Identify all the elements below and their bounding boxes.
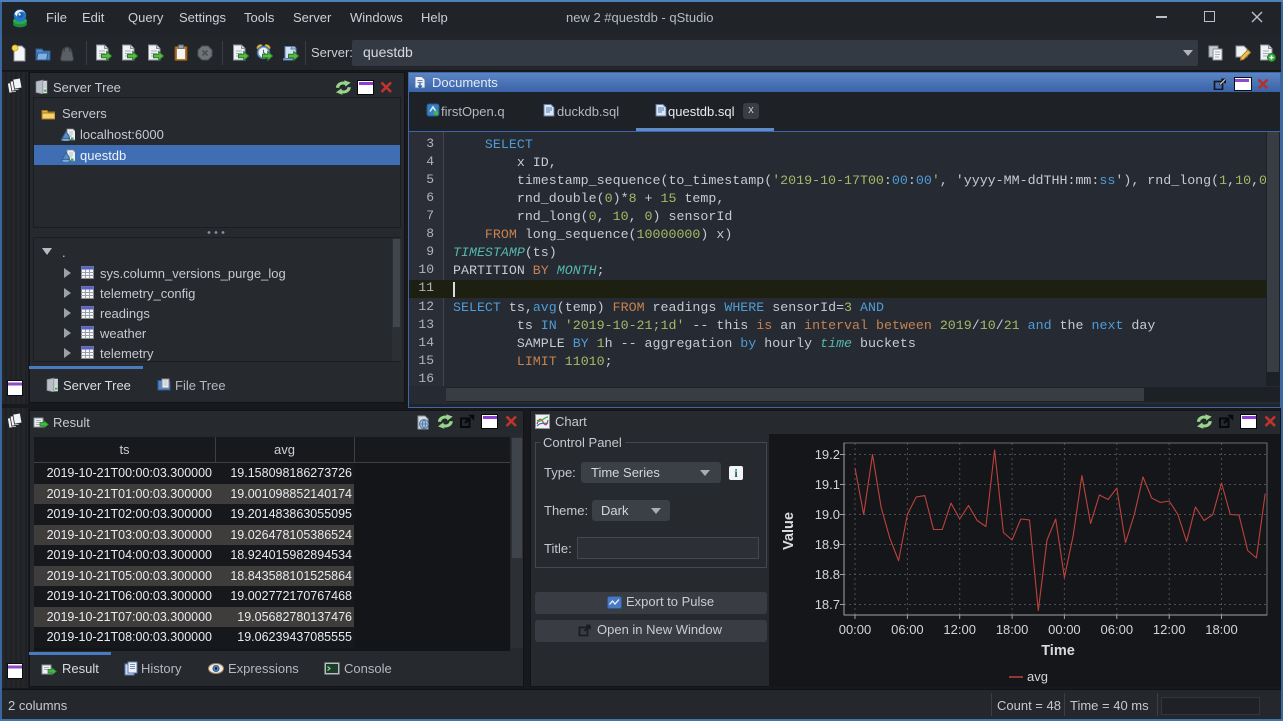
svg-text:19.0: 19.0 (815, 507, 840, 522)
svg-text:00:00: 00:00 (839, 622, 872, 637)
svg-text:Time: Time (1041, 643, 1075, 659)
svg-text:12:00: 12:00 (1153, 622, 1186, 637)
svg-text:18:00: 18:00 (996, 622, 1029, 637)
svg-text:avg: avg (1027, 669, 1048, 684)
svg-text:19.1: 19.1 (815, 477, 840, 492)
svg-text:18.8: 18.8 (815, 567, 840, 582)
svg-text:00:00: 00:00 (1048, 622, 1081, 637)
svg-text:18.7: 18.7 (815, 597, 840, 612)
svg-text:18.9: 18.9 (815, 537, 840, 552)
svg-text:Value: Value (781, 512, 797, 550)
svg-text:06:00: 06:00 (1101, 622, 1134, 637)
svg-text:19.2: 19.2 (815, 447, 840, 462)
svg-text:06:00: 06:00 (891, 622, 924, 637)
svg-text:18:00: 18:00 (1205, 622, 1238, 637)
svg-text:12:00: 12:00 (943, 622, 976, 637)
